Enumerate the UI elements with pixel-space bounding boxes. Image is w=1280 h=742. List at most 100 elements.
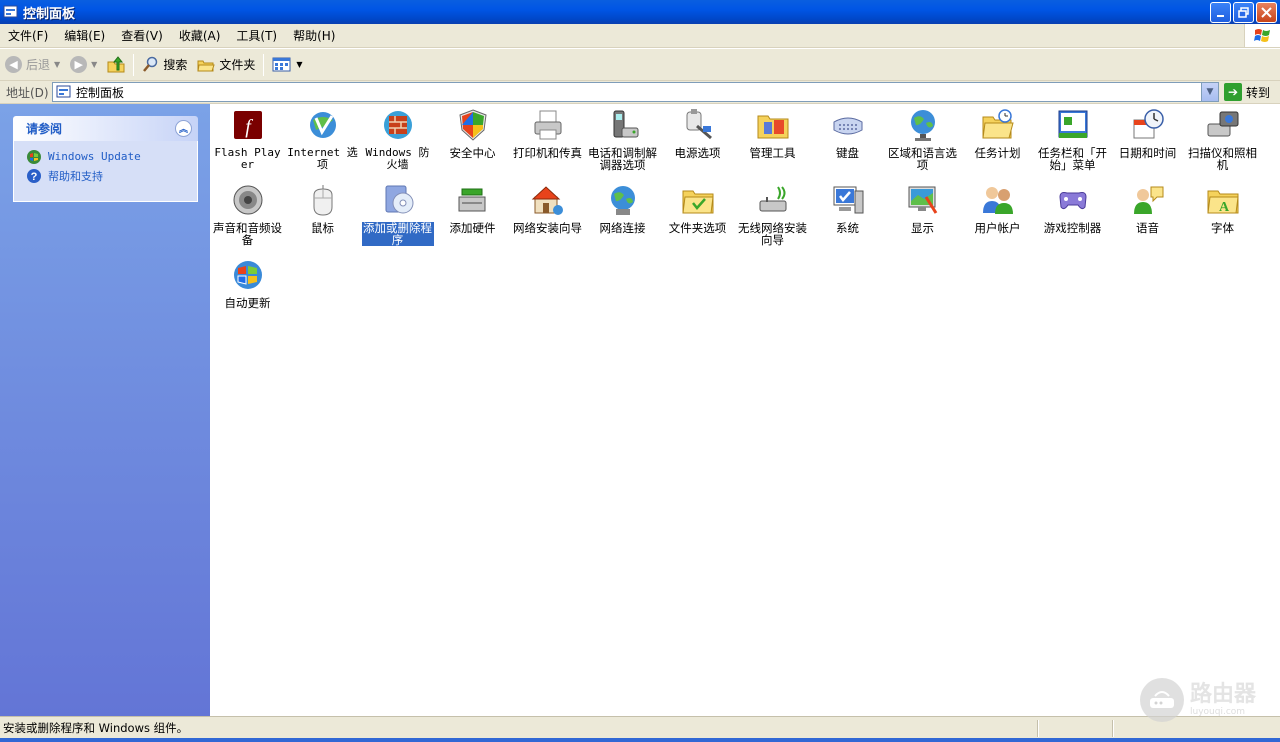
control-panel-item[interactable]: 区域和语言选项 xyxy=(885,104,960,171)
back-button[interactable]: ◀ 后退 ▼ xyxy=(0,52,65,78)
back-label: 后退 xyxy=(26,58,51,72)
restore-button[interactable] xyxy=(1233,2,1254,23)
chevron-down-icon[interactable]: ▼ xyxy=(91,60,97,69)
menu-view[interactable]: 查看(V) xyxy=(113,25,171,47)
control-panel-item-label: 安全中心 xyxy=(449,146,496,160)
control-panel-item[interactable]: f Flash Player xyxy=(210,104,285,171)
automatic-updates-icon xyxy=(231,258,265,292)
control-panel-item[interactable]: A 字体 xyxy=(1185,179,1260,234)
chevron-down-icon: ▼ xyxy=(1206,87,1214,97)
user-accounts-icon xyxy=(981,183,1015,217)
control-panel-item-label: 扫描仪和照相机 xyxy=(1188,146,1257,172)
go-label: 转到 xyxy=(1246,85,1271,100)
folders-button[interactable]: 文件夹 xyxy=(192,52,260,78)
control-panel-item[interactable]: 网络安装向导 xyxy=(510,179,585,234)
control-panel-item-label: 添加或删除程序 xyxy=(361,221,434,247)
folders-label: 文件夹 xyxy=(219,58,256,72)
control-panel-item-label: 声音和音频设备 xyxy=(213,221,282,247)
scanner-camera-icon xyxy=(1206,108,1240,142)
minimize-button[interactable] xyxy=(1210,2,1231,23)
chevron-down-icon[interactable]: ▼ xyxy=(296,60,302,69)
taskbar-edge xyxy=(0,738,1280,742)
add-hardware-icon xyxy=(456,183,490,217)
control-panel-item-label: Flash Player xyxy=(214,146,281,171)
control-panel-item-label: 任务计划 xyxy=(974,146,1021,160)
taskbar-icon xyxy=(1056,108,1090,142)
game-controller-icon xyxy=(1056,183,1090,217)
control-panel-item[interactable]: Internet 选项 xyxy=(285,104,360,171)
control-panel-item[interactable]: 添加硬件 xyxy=(435,179,510,234)
control-panel-item[interactable]: 任务计划 xyxy=(960,104,1035,159)
control-panel-item[interactable]: 日期和时间 xyxy=(1110,104,1185,159)
task-pane: 请参阅 ︽ Windows Update ? 帮助和支持 xyxy=(0,104,210,716)
menu-favorites[interactable]: 收藏(A) xyxy=(171,25,229,47)
control-panel-item-label: 无线网络安装向导 xyxy=(738,221,807,247)
control-panel-item[interactable]: 打印机和传真 xyxy=(510,104,585,159)
add-remove-programs-icon xyxy=(381,183,415,217)
address-label: 地址(D) xyxy=(6,85,49,100)
views-icon xyxy=(272,57,291,71)
watermark-title: 路由器 xyxy=(1190,682,1257,707)
forward-button[interactable]: ▶ ▼ xyxy=(65,52,102,78)
control-panel-item[interactable]: 键盘 xyxy=(810,104,885,159)
keyboard-icon xyxy=(831,108,865,142)
views-button[interactable]: ▼ xyxy=(267,52,307,78)
menu-edit[interactable]: 编辑(E) xyxy=(56,25,113,47)
control-panel-item[interactable]: 游戏控制器 xyxy=(1035,179,1110,234)
close-button[interactable] xyxy=(1256,2,1277,23)
control-panel-item[interactable]: 系统 xyxy=(810,179,885,234)
control-panel-item[interactable]: 添加或删除程序 xyxy=(360,179,435,246)
collapse-icon[interactable]: ︽ xyxy=(175,120,192,137)
control-panel-item[interactable]: 鼠标 xyxy=(285,179,360,234)
up-folder-icon xyxy=(107,55,125,72)
control-panel-item[interactable]: 自动更新 xyxy=(210,254,285,309)
control-panel-item[interactable]: 扫描仪和照相机 xyxy=(1185,104,1260,171)
menu-help[interactable]: 帮助(H) xyxy=(285,25,343,47)
back-arrow-icon: ◀ xyxy=(5,56,22,73)
control-panel-item-label: 添加硬件 xyxy=(449,221,496,235)
control-panel-item[interactable]: 网络连接 xyxy=(585,179,660,234)
control-panel-item[interactable]: 语音 xyxy=(1110,179,1185,234)
menu-tools[interactable]: 工具(T) xyxy=(228,25,285,47)
control-panel-item[interactable]: 任务栏和「开始」菜单 xyxy=(1035,104,1110,171)
control-panel-item[interactable]: 显示 xyxy=(885,179,960,234)
go-button[interactable]: ➔ 转到 xyxy=(1224,82,1270,102)
toolbar-divider xyxy=(263,53,265,76)
windows-update-link[interactable]: Windows Update xyxy=(26,147,197,166)
control-panel-item-label: 电话和调制解调器选项 xyxy=(588,146,657,172)
chevron-down-icon[interactable]: ▼ xyxy=(54,60,60,69)
control-panel-item[interactable]: 管理工具 xyxy=(735,104,810,159)
phone-modem-icon xyxy=(606,108,640,142)
control-panel-item[interactable]: 电话和调制解调器选项 xyxy=(585,104,660,171)
toolbar-divider xyxy=(133,53,135,76)
see-also-header[interactable]: 请参阅 ︽ xyxy=(13,116,198,141)
menu-file[interactable]: 文件(F) xyxy=(0,25,56,47)
control-panel-item[interactable]: 声音和音频设备 xyxy=(210,179,285,246)
help-support-label: 帮助和支持 xyxy=(48,169,103,183)
menu-bar: 文件(F) 编辑(E) 查看(V) 收藏(A) 工具(T) 帮助(H) xyxy=(0,24,1280,48)
control-panel-item[interactable]: 用户帐户 xyxy=(960,179,1035,234)
up-folder-button[interactable] xyxy=(102,52,130,78)
speech-icon xyxy=(1131,183,1165,217)
title-bar[interactable]: 控制面板 xyxy=(0,0,1280,24)
control-panel-item-label: 任务栏和「开始」菜单 xyxy=(1038,146,1107,172)
control-panel-item-label: 语音 xyxy=(1136,221,1159,235)
address-value: 控制面板 xyxy=(76,85,125,100)
control-panel-item[interactable]: Windows 防火墙 xyxy=(360,104,435,171)
control-panel-item[interactable]: 无线网络安装向导 xyxy=(735,179,810,246)
control-panel-item[interactable]: 安全中心 xyxy=(435,104,510,159)
control-panel-item-label: 日期和时间 xyxy=(1118,146,1177,160)
window-title: 控制面板 xyxy=(23,6,76,22)
printer-icon xyxy=(531,108,565,142)
search-button[interactable]: 搜索 xyxy=(137,52,192,78)
restore-icon xyxy=(1238,7,1249,18)
close-icon xyxy=(1261,7,1272,18)
wireless-setup-icon xyxy=(756,183,790,217)
watermark-url: luyouqi.com xyxy=(1190,707,1246,717)
control-panel-item[interactable]: 电源选项 xyxy=(660,104,735,159)
address-dropdown-button[interactable]: ▼ xyxy=(1201,83,1218,101)
help-support-link[interactable]: ? 帮助和支持 xyxy=(26,166,197,185)
control-panel-item[interactable]: 文件夹选项 xyxy=(660,179,735,234)
address-input[interactable]: 控制面板 ▼ xyxy=(52,82,1219,102)
display-icon xyxy=(906,183,940,217)
